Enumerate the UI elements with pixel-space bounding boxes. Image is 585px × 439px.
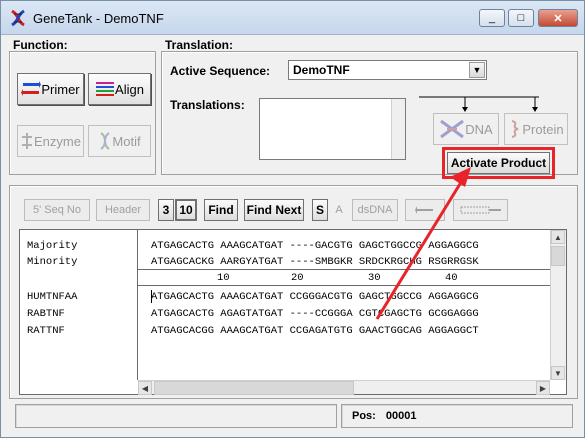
maximize-icon: □ — [517, 12, 525, 24]
align-label: Align — [115, 81, 144, 97]
dna-button[interactable]: DNA — [433, 113, 499, 145]
ruler-tick-20: 20 — [291, 272, 304, 284]
motif-button[interactable]: Motif — [88, 125, 151, 157]
font-3-button[interactable]: 3 — [158, 199, 174, 221]
text-cursor — [151, 290, 152, 303]
minimize-button[interactable]: _ — [479, 9, 505, 27]
activate-product-button[interactable]: Activate Product — [447, 152, 550, 174]
genetank-app-icon — [11, 9, 25, 27]
close-icon: ✕ — [553, 12, 563, 25]
s-label: S — [315, 203, 324, 217]
seq-rattnf: ATGAGCACGG AAAGCATGAT CCGAGATGTG GAACTGG… — [151, 325, 479, 337]
align-button[interactable]: Align — [88, 73, 151, 105]
active-sequence-label: Active Sequence: — [170, 64, 271, 78]
enzyme-icon — [22, 133, 33, 149]
alignment-view[interactable]: Majority ATGAGCACTG AAAGCATGAT ----GACGT… — [19, 229, 567, 395]
maximize-button[interactable]: □ — [508, 9, 534, 27]
function-label: Function: — [13, 38, 68, 52]
seq-rabtnf: ATGAGCACTG AGAGTATGAT ----CCGGGA CGTCGAG… — [151, 308, 479, 320]
seq-name-rattnf: RATTNF — [27, 325, 65, 337]
dsdna-label: dsDNA — [357, 204, 393, 216]
activate-product-label: Activate Product — [450, 156, 547, 170]
find-next-label: Find Next — [246, 203, 302, 217]
a-label: A — [335, 204, 343, 216]
consensus-name-minority: Minority — [27, 256, 78, 268]
translations-label: Translations: — [170, 98, 245, 112]
minimize-icon: _ — [488, 12, 496, 24]
primer-icon — [21, 81, 42, 96]
pos-value: 00001 — [385, 410, 417, 422]
window-title: GeneTank - DemoTNF — [33, 11, 164, 26]
motif-icon — [100, 132, 111, 150]
product-arrow-icon — [460, 206, 501, 214]
alignment-vertical-scrollbar[interactable]: ▲ ▼ — [550, 230, 566, 380]
seq-no-label: 5' Seq No — [33, 204, 81, 216]
seq-no-button[interactable]: 5' Seq No — [24, 199, 90, 221]
seq-name-rabtnf: RABTNF — [27, 308, 65, 320]
font-10-label: 10 — [179, 203, 193, 217]
primer-label: Primer — [41, 81, 80, 97]
consensus-name-majority: Majority — [27, 240, 78, 252]
scroll-right-icon[interactable]: ▶ — [536, 381, 550, 395]
motif-label: Motif — [112, 133, 141, 149]
translations-listbox[interactable] — [259, 98, 406, 160]
seq-humtnfaa: ATGAGCACTG AAAGCATGAT CCGGGACGTG GAGCTGG… — [151, 291, 479, 303]
s-button[interactable]: S — [312, 199, 328, 221]
horizontal-scroll-thumb[interactable] — [154, 381, 354, 395]
ruler-tick-30: 30 — [368, 272, 381, 284]
header-label: Header — [104, 204, 142, 216]
consensus-seq-minority: ATGAGCACKG AARGYATGAT ----SMBGKR SRDCKRG… — [151, 256, 479, 268]
protein-label: Protein — [522, 121, 564, 137]
pos-label: Pos: — [352, 410, 376, 422]
status-message — [15, 404, 337, 428]
status-bar: Pos: 00001 — [15, 404, 573, 430]
scroll-down-icon[interactable]: ▼ — [551, 366, 565, 380]
translation-label: Translation: — [165, 38, 234, 52]
enzyme-button[interactable]: Enzyme — [17, 125, 84, 157]
seq-name-humtnfaa: HUMTNFAA — [27, 291, 78, 303]
primer-arrow-button[interactable] — [405, 199, 445, 221]
chevron-down-icon[interactable]: ▼ — [469, 62, 485, 78]
font-3-label: 3 — [162, 203, 170, 217]
enzyme-label: Enzyme — [34, 133, 81, 149]
tree-connector — [419, 96, 539, 112]
consensus-seq-majority: ATGAGCACTG AAAGCATGAT ----GACGTG GAGCTGG… — [151, 240, 479, 252]
find-button[interactable]: Find — [204, 199, 238, 221]
header-button[interactable]: Header — [96, 199, 150, 221]
font-10-button[interactable]: 10 — [175, 199, 197, 221]
protein-icon — [512, 120, 519, 138]
ruler-top-line — [138, 269, 550, 270]
active-sequence-select[interactable]: DemoTNF ▼ — [288, 60, 487, 80]
app-window: GeneTank - DemoTNF _ □ ✕ Function: Prime… — [0, 0, 585, 438]
scroll-left-icon[interactable]: ◀ — [138, 381, 152, 395]
close-button[interactable]: ✕ — [538, 9, 578, 27]
vertical-scroll-thumb[interactable] — [551, 246, 565, 266]
alignment-horizontal-scrollbar[interactable]: ◀ ▶ — [138, 380, 550, 395]
left-arrow-icon — [415, 206, 433, 214]
sequence-names-column — [20, 230, 138, 380]
ruler-bottom-line — [138, 285, 550, 286]
dna-icon — [440, 119, 465, 139]
title-bar[interactable]: GeneTank - DemoTNF _ □ ✕ — [1, 1, 584, 35]
find-label: Find — [208, 203, 234, 217]
dsdna-button[interactable]: dsDNA — [352, 199, 398, 221]
product-arrow-button[interactable] — [453, 199, 508, 221]
ruler-tick-10: 10 — [217, 272, 230, 284]
ruler-tick-40: 40 — [445, 272, 458, 284]
protein-button[interactable]: Protein — [504, 113, 568, 145]
a-button[interactable]: A — [331, 199, 347, 221]
active-sequence-value: DemoTNF — [293, 63, 350, 77]
scroll-up-icon[interactable]: ▲ — [551, 230, 565, 244]
align-icon — [96, 82, 115, 96]
position-indicator: Pos: 00001 — [341, 404, 573, 428]
find-next-button[interactable]: Find Next — [244, 199, 304, 221]
dna-label: DNA — [465, 121, 493, 137]
primer-button[interactable]: Primer — [17, 73, 84, 105]
translations-scrollbar[interactable] — [391, 99, 405, 159]
